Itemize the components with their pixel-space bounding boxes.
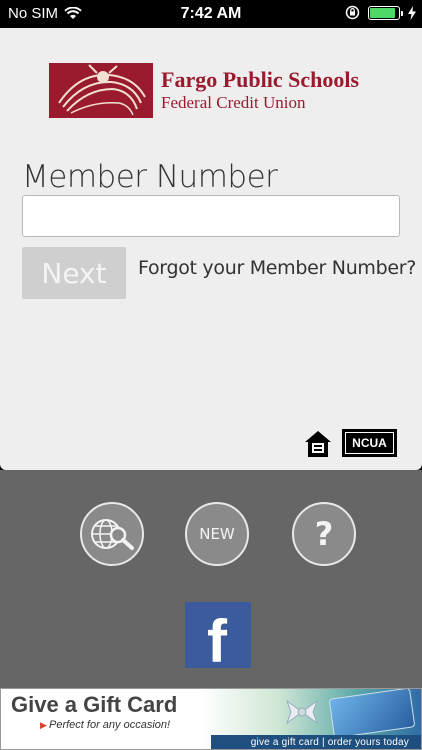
facebook-button[interactable]: f xyxy=(185,602,251,668)
arrow-right-icon: ▶ xyxy=(40,720,47,730)
facebook-icon: f xyxy=(207,608,227,669)
next-button[interactable]: Next xyxy=(22,247,126,299)
logo-title: Fargo Public Schools xyxy=(161,67,360,92)
banner-cta: give a gift card | order yours today xyxy=(211,735,421,749)
battery-icon xyxy=(368,5,403,20)
banner-subtitle: Perfect for any occasion! xyxy=(49,719,171,731)
login-panel: Fargo Public Schools Federal Credit Unio… xyxy=(0,28,422,470)
status-bar: No SIM 7:42 AM xyxy=(0,0,422,28)
logo-text: Fargo Public Schools Federal Credit Unio… xyxy=(161,68,359,113)
website-button[interactable] xyxy=(80,502,144,566)
member-number-label: Member Number xyxy=(22,159,278,195)
ncua-badge: NCUA xyxy=(342,429,397,457)
forgot-member-number-link[interactable]: Forgot your Member Number? xyxy=(138,257,416,279)
logo-subtitle: Federal Credit Union xyxy=(161,93,306,112)
credit-union-logo: Fargo Public Schools Federal Credit Unio… xyxy=(49,63,359,118)
gift-bow-icon xyxy=(285,699,319,725)
logo-emblem-icon xyxy=(49,63,153,118)
help-button[interactable]: ? xyxy=(292,502,356,566)
gift-card-banner[interactable]: Give a Gift Card ▶ Perfect for any occas… xyxy=(0,688,422,750)
equal-housing-icon xyxy=(305,431,331,457)
new-button[interactable]: NEW xyxy=(185,502,249,566)
globe-search-icon xyxy=(91,519,134,550)
banner-title: Give a Gift Card xyxy=(11,692,178,717)
charging-icon xyxy=(408,5,416,20)
action-area: NEW ? f xyxy=(0,470,422,688)
status-right xyxy=(345,5,416,20)
member-number-input[interactable] xyxy=(22,195,400,237)
orientation-lock-icon xyxy=(345,5,360,20)
